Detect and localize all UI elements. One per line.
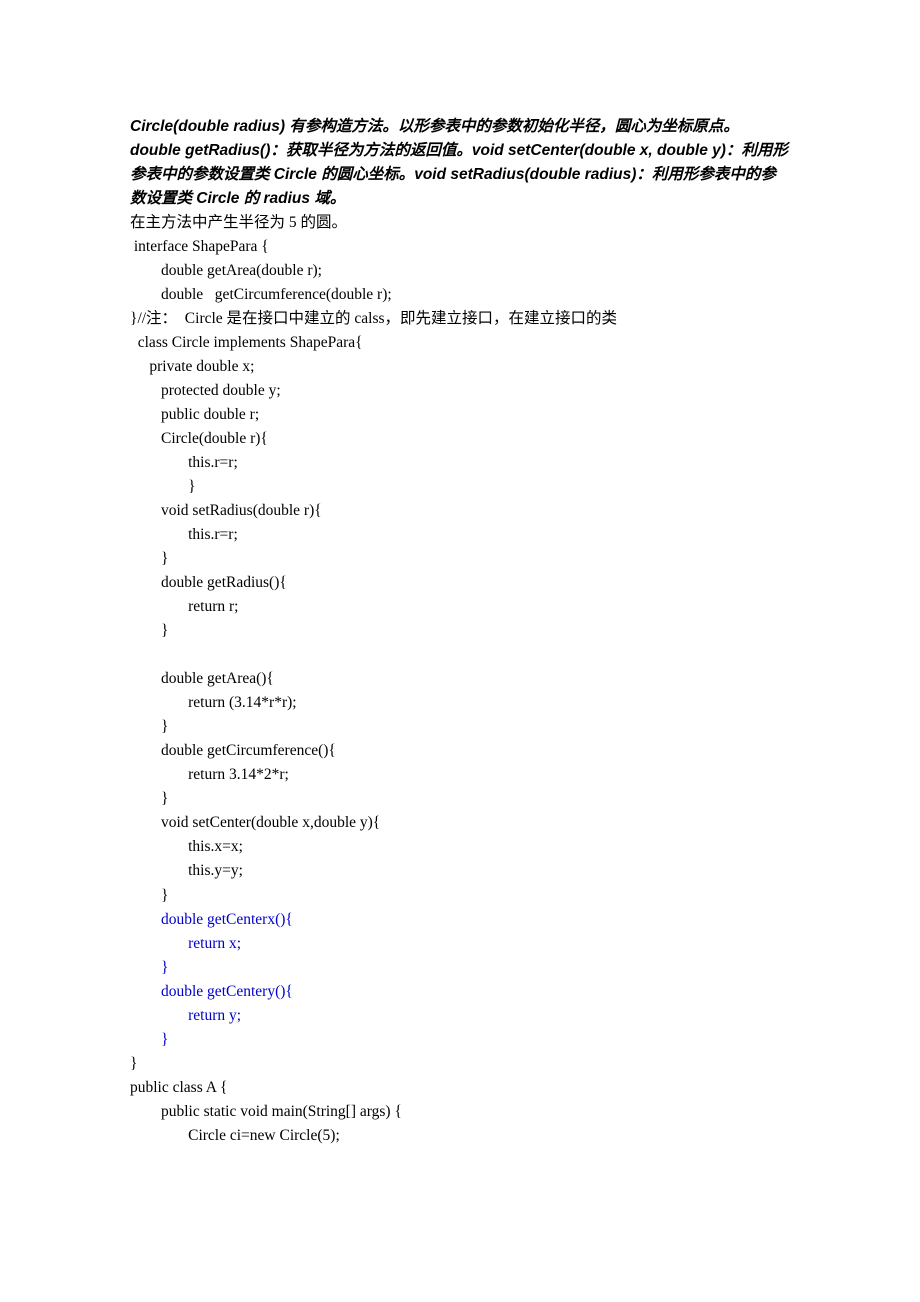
code-line bbox=[130, 643, 790, 667]
code-line: double getCentery(){ bbox=[130, 980, 790, 1004]
code-line: public static void main(String[] args) { bbox=[130, 1100, 790, 1124]
code-line: protected double y; bbox=[130, 379, 790, 403]
code-line: this.x=x; bbox=[130, 835, 790, 859]
code-line: double getArea(){ bbox=[130, 667, 790, 691]
code-line: } bbox=[130, 1028, 790, 1052]
code-line: public class A { bbox=[130, 1076, 790, 1100]
code-line: return r; bbox=[130, 595, 790, 619]
code-line: void setRadius(double r){ bbox=[130, 499, 790, 523]
code-line: } bbox=[130, 884, 790, 908]
code-line: this.r=r; bbox=[130, 451, 790, 475]
code-block: interface ShapePara { double getArea(dou… bbox=[130, 235, 790, 1148]
code-line: } bbox=[130, 547, 790, 571]
header-description: Circle(double radius) 有参构造方法。以形参表中的参数初始化… bbox=[130, 115, 790, 211]
code-line: double getRadius(){ bbox=[130, 571, 790, 595]
code-line: class Circle implements ShapePara{ bbox=[130, 331, 790, 355]
code-line: private double x; bbox=[130, 355, 790, 379]
code-line: double getArea(double r); bbox=[130, 259, 790, 283]
code-line: return y; bbox=[130, 1004, 790, 1028]
code-line: } bbox=[130, 787, 790, 811]
document-page: Circle(double radius) 有参构造方法。以形参表中的参数初始化… bbox=[0, 0, 920, 1302]
code-line: } bbox=[130, 475, 790, 499]
code-line: } bbox=[130, 956, 790, 980]
code-line: this.y=y; bbox=[130, 859, 790, 883]
code-line: this.r=r; bbox=[130, 523, 790, 547]
code-line: return x; bbox=[130, 932, 790, 956]
code-line: Circle ci=new Circle(5); bbox=[130, 1124, 790, 1148]
code-line: double getCircumference(double r); bbox=[130, 283, 790, 307]
code-line: } bbox=[130, 619, 790, 643]
instruction-line: 在主方法中产生半径为 5 的圆。 bbox=[130, 211, 790, 235]
code-line: double getCenterx(){ bbox=[130, 908, 790, 932]
code-line: return 3.14*2*r; bbox=[130, 763, 790, 787]
code-line: }//注： Circle 是在接口中建立的 calss，即先建立接口，在建立接口… bbox=[130, 307, 790, 331]
code-line: double getCircumference(){ bbox=[130, 739, 790, 763]
code-line: return (3.14*r*r); bbox=[130, 691, 790, 715]
code-line: Circle(double r){ bbox=[130, 427, 790, 451]
code-line: } bbox=[130, 1052, 790, 1076]
code-line: } bbox=[130, 715, 790, 739]
code-line: void setCenter(double x,double y){ bbox=[130, 811, 790, 835]
code-line: interface ShapePara { bbox=[130, 235, 790, 259]
code-line: public double r; bbox=[130, 403, 790, 427]
